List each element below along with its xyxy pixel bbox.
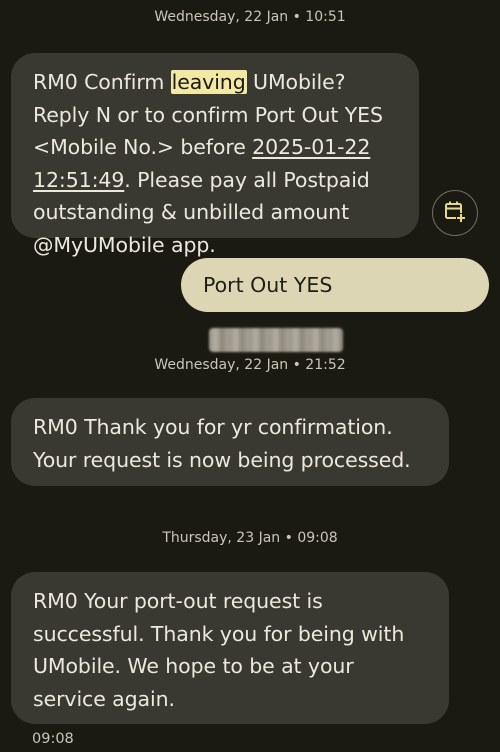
timestamp-header-3: Thursday, 23 Jan • 09:08: [162, 530, 338, 546]
sent-message-text: Port Out YES: [203, 273, 333, 297]
message-text: RM0 Thank you for yr confirmation. Your …: [33, 415, 411, 472]
timestamp-header-1: Wednesday, 22 Jan • 10:51: [154, 9, 346, 25]
add-to-calendar-button[interactable]: [432, 190, 478, 236]
received-message-2[interactable]: RM0 Thank you for yr confirmation. Your …: [11, 398, 449, 486]
received-message-3[interactable]: RM0 Your port-out request is successful.…: [11, 572, 449, 724]
timestamp-header-2: Wednesday, 22 Jan • 21:52: [154, 357, 346, 373]
message-text: RM0 Your port-out request is successful.…: [33, 589, 405, 711]
sent-message[interactable]: Port Out YES: [181, 258, 489, 352]
redacted-number: [209, 328, 343, 352]
received-message-1[interactable]: RM0 Confirm leaving UMobile? Reply N or …: [11, 53, 419, 257]
calendar-add-icon: [443, 199, 467, 227]
search-highlight: leaving: [170, 70, 247, 94]
message-time: 09:08: [32, 731, 74, 747]
message-text: RM0 Confirm: [33, 70, 171, 94]
